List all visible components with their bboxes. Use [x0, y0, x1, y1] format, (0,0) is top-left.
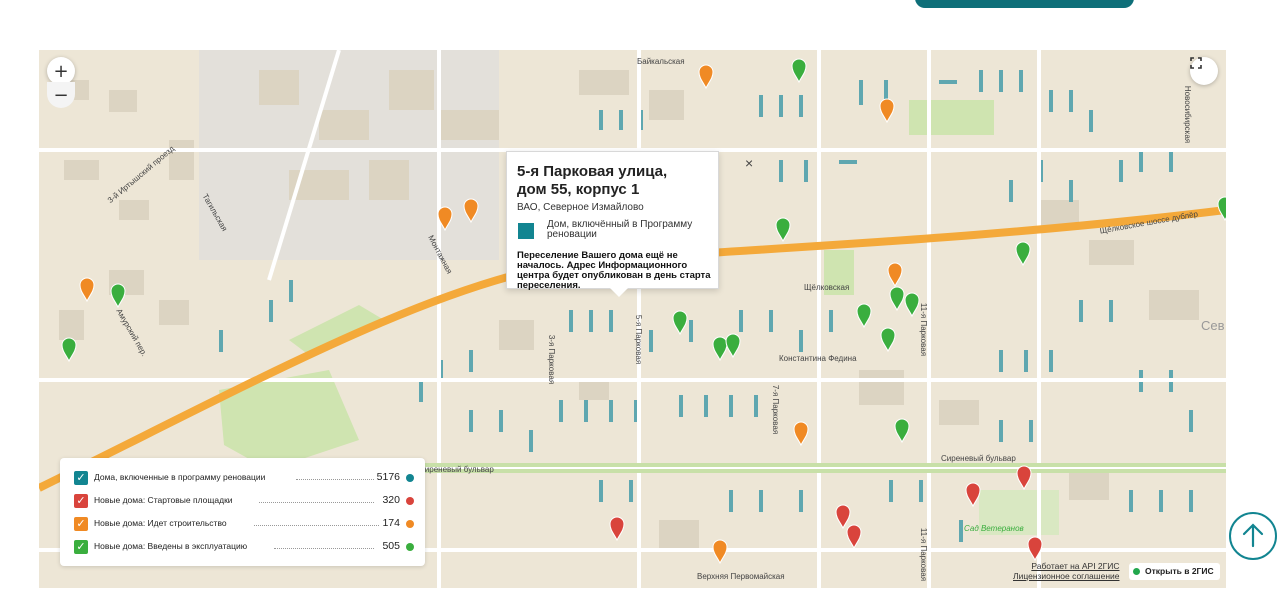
map-marker-commissioned[interactable]: [894, 418, 910, 444]
map-marker-construction[interactable]: [698, 64, 714, 90]
popup-title: 5-я Парковая улица, дом 55, корпус 1: [517, 163, 668, 198]
map-marker-start-sites[interactable]: [846, 524, 862, 550]
legend-count: 320: [382, 494, 400, 506]
map-marker-construction[interactable]: [79, 277, 95, 303]
map-marker-commissioned[interactable]: [791, 58, 807, 84]
open-2gis-button[interactable]: Открыть в 2ГИС: [1129, 563, 1220, 580]
scroll-to-top-button[interactable]: [1229, 512, 1277, 560]
map-marker-commissioned[interactable]: [880, 327, 896, 353]
top-action-button[interactable]: [915, 0, 1134, 8]
map-marker-construction[interactable]: [887, 262, 903, 288]
map-marker-construction[interactable]: [879, 98, 895, 124]
map-marker-commissioned[interactable]: [61, 337, 77, 363]
legend-color-dot: [406, 543, 414, 551]
popup-house-type: Дом, включённый в Программу реновации: [547, 219, 693, 240]
legend-color-dot: [406, 474, 414, 482]
minus-icon: −: [53, 84, 69, 106]
close-icon: ×: [745, 155, 754, 171]
map-marker-start-sites[interactable]: [1027, 536, 1043, 562]
map-marker-commissioned[interactable]: [725, 333, 741, 359]
legend-color-dot: [406, 497, 414, 505]
checkbox-construction[interactable]: ✓: [74, 517, 88, 531]
fullscreen-icon: [1190, 57, 1202, 69]
legend-label: Новые дома: Стартовые площадки: [94, 495, 233, 505]
map-marker-commissioned[interactable]: [889, 286, 905, 312]
map-marker-start-sites[interactable]: [1016, 465, 1032, 491]
map-attribution: Работает на API 2ГИС Лицензионное соглаш…: [1013, 561, 1120, 581]
plus-icon: +: [53, 60, 69, 82]
program-color-swatch: [518, 223, 534, 239]
map-marker-commissioned[interactable]: [856, 303, 872, 329]
checkbox-commissioned[interactable]: ✓: [74, 540, 88, 554]
popup-district: ВАО, Северное Измайлово: [517, 202, 644, 213]
legend-row-commissioned[interactable]: ✓ Новые дома: Введены в эксплуатацию 505: [74, 540, 414, 554]
legend-label: Новые дома: Введены в эксплуатацию: [94, 541, 248, 551]
popup-close-button[interactable]: ×: [745, 155, 753, 171]
open-2gis-label: Открыть в 2ГИС: [1145, 566, 1214, 576]
map-marker-commissioned[interactable]: [904, 292, 920, 318]
map-marker-construction[interactable]: [793, 421, 809, 447]
legend-label: Новые дома: Идет строительство: [94, 518, 227, 528]
fullscreen-button[interactable]: [1190, 57, 1218, 85]
legend-count: 505: [382, 540, 400, 552]
license-link[interactable]: Лицензионное соглашение: [1013, 571, 1120, 581]
legend-row-construction[interactable]: ✓ Новые дома: Идет строительство 174: [74, 517, 414, 531]
map-marker-construction[interactable]: [712, 539, 728, 565]
legend-count: 174: [382, 517, 400, 529]
zoom-in-button[interactable]: +: [47, 57, 75, 85]
map-marker-construction[interactable]: [437, 206, 453, 232]
map-marker-start-sites[interactable]: [835, 504, 851, 530]
map-marker-commissioned[interactable]: [1217, 196, 1226, 222]
api-link[interactable]: Работает на API 2ГИС: [1013, 561, 1119, 571]
map-marker-start-sites[interactable]: [965, 482, 981, 508]
2gis-marker-icon: [1133, 568, 1140, 575]
map-marker-commissioned[interactable]: [712, 336, 728, 362]
legend-label: Дома, включенные в программу реновации: [94, 472, 266, 482]
checkbox-program[interactable]: ✓: [74, 471, 88, 485]
map-marker-commissioned[interactable]: [1015, 241, 1031, 267]
map-marker-commissioned[interactable]: [110, 283, 126, 309]
legend-row-program[interactable]: ✓ Дома, включенные в программу реновации…: [74, 471, 414, 485]
map-marker-start-sites[interactable]: [609, 516, 625, 542]
address-popup: 5-я Парковая улица, дом 55, корпус 1 × В…: [506, 151, 753, 297]
arrow-up-icon: [1242, 523, 1264, 548]
legend-row-start-sites[interactable]: ✓ Новые дома: Стартовые площадки 320: [74, 494, 414, 508]
legend-color-dot: [406, 520, 414, 528]
map-marker-commissioned[interactable]: [775, 217, 791, 243]
legend-count: 5176: [376, 471, 400, 483]
map-marker-commissioned[interactable]: [672, 310, 688, 336]
popup-note: Переселение Вашего дома ещё не началось.…: [517, 250, 711, 291]
renovation-map[interactable]: Байкальская Монтажная 3-й Иртышский прое…: [39, 50, 1226, 588]
legend-panel: ✓ Дома, включенные в программу реновации…: [60, 458, 425, 566]
checkbox-start-sites[interactable]: ✓: [74, 494, 88, 508]
map-marker-construction[interactable]: [463, 198, 479, 224]
